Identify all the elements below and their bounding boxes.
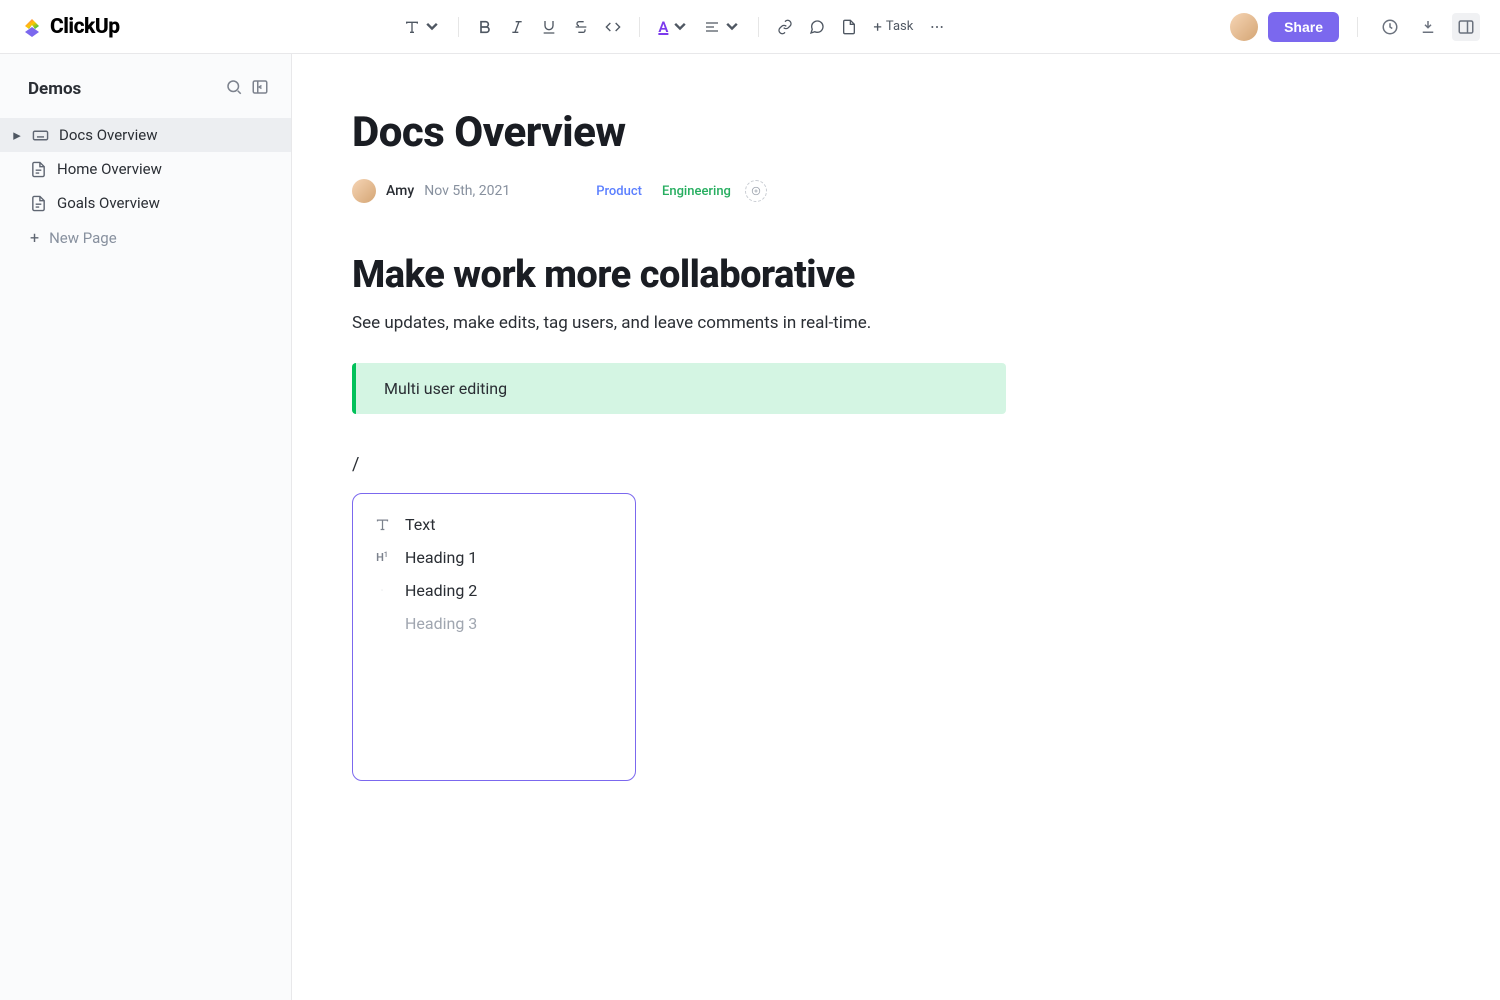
user-avatar[interactable]	[1230, 13, 1258, 41]
popup-item-label: Heading 2	[405, 581, 477, 600]
bold-button[interactable]	[471, 13, 499, 41]
tag-engineering[interactable]: Engineering	[656, 182, 737, 201]
callout-block[interactable]: Multi user editing	[352, 363, 1006, 414]
plus-icon: +	[30, 228, 39, 247]
new-page-button[interactable]: + New Page	[0, 220, 291, 255]
expand-caret-icon[interactable]: ▸	[12, 126, 22, 144]
italic-button[interactable]	[503, 13, 531, 41]
divider	[639, 17, 640, 37]
popup-item-heading-3[interactable]: Heading 3	[363, 607, 625, 640]
link-button[interactable]	[771, 13, 799, 41]
strikethrough-button[interactable]	[567, 13, 595, 41]
sidebar-item-label: Home Overview	[57, 160, 162, 178]
h2-icon: ·	[373, 586, 391, 595]
text-type-icon	[373, 517, 391, 532]
code-button[interactable]	[599, 13, 627, 41]
document-button[interactable]	[835, 13, 863, 41]
author-name: Amy	[386, 183, 414, 199]
underline-button[interactable]	[535, 13, 563, 41]
doc-title[interactable]: Docs Overview	[352, 108, 1440, 157]
doc-date: Nov 5th, 2021	[424, 183, 510, 199]
panel-toggle-icon[interactable]	[1452, 13, 1480, 41]
sidebar-item-label: Goals Overview	[57, 194, 160, 212]
sidebar-item-goals-overview[interactable]: Goals Overview	[0, 186, 291, 220]
top-toolbar: ClickUp A +Task Share	[0, 0, 1500, 54]
h1-icon: H1	[373, 551, 391, 564]
keyboard-icon	[32, 127, 49, 144]
popup-item-heading-2[interactable]: · Heading 2	[363, 574, 625, 607]
sidebar-item-label: Docs Overview	[59, 126, 158, 144]
align-dropdown[interactable]	[698, 13, 746, 41]
add-task-button[interactable]: +Task	[867, 18, 919, 36]
popup-item-heading-1[interactable]: H1 Heading 1	[363, 541, 625, 574]
doc-meta: Amy Nov 5th, 2021 Product Engineering	[352, 179, 1440, 203]
popup-item-label: Heading 3	[405, 614, 477, 633]
slash-command-trigger[interactable]: /	[352, 454, 1440, 475]
new-page-label: New Page	[49, 229, 117, 247]
text-color-dropdown[interactable]: A	[652, 13, 694, 41]
popup-item-label: Text	[405, 515, 435, 534]
clickup-logo-icon	[20, 15, 44, 39]
collapse-sidebar-icon[interactable]	[251, 78, 269, 100]
heading-collaborative[interactable]: Make work more collaborative	[352, 253, 1440, 297]
sidebar-item-docs-overview[interactable]: ▸ Docs Overview	[0, 118, 291, 152]
brand-logo[interactable]: ClickUp	[20, 15, 120, 39]
toolbar-right: Share	[1230, 12, 1480, 42]
tag-product[interactable]: Product	[590, 182, 648, 201]
divider	[758, 17, 759, 37]
divider	[458, 17, 459, 37]
comment-button[interactable]	[803, 13, 831, 41]
author-avatar[interactable]	[352, 179, 376, 203]
document-icon	[30, 195, 47, 212]
share-button[interactable]: Share	[1268, 12, 1339, 42]
more-options-button[interactable]	[923, 13, 951, 41]
brand-name: ClickUp	[50, 15, 120, 39]
text-style-dropdown[interactable]	[398, 13, 446, 41]
formatting-toolbar: A +Task	[120, 13, 1230, 41]
slash-command-popup: Text H1 Heading 1 · Heading 2 Heading 3	[352, 493, 636, 781]
download-icon[interactable]	[1414, 13, 1442, 41]
search-icon[interactable]	[225, 78, 243, 100]
sidebar-title: Demos	[28, 79, 81, 99]
document-icon	[30, 161, 47, 178]
history-icon[interactable]	[1376, 13, 1404, 41]
divider	[1357, 17, 1358, 37]
sidebar: Demos ▸ Docs Overview Home Overview Goal…	[0, 54, 292, 1000]
popup-item-label: Heading 1	[405, 548, 477, 567]
body-paragraph[interactable]: See updates, make edits, tag users, and …	[352, 313, 1440, 333]
add-tag-button[interactable]	[745, 180, 767, 202]
document-content: Docs Overview Amy Nov 5th, 2021 Product …	[292, 54, 1500, 1000]
popup-item-text[interactable]: Text	[363, 508, 625, 541]
sidebar-item-home-overview[interactable]: Home Overview	[0, 152, 291, 186]
